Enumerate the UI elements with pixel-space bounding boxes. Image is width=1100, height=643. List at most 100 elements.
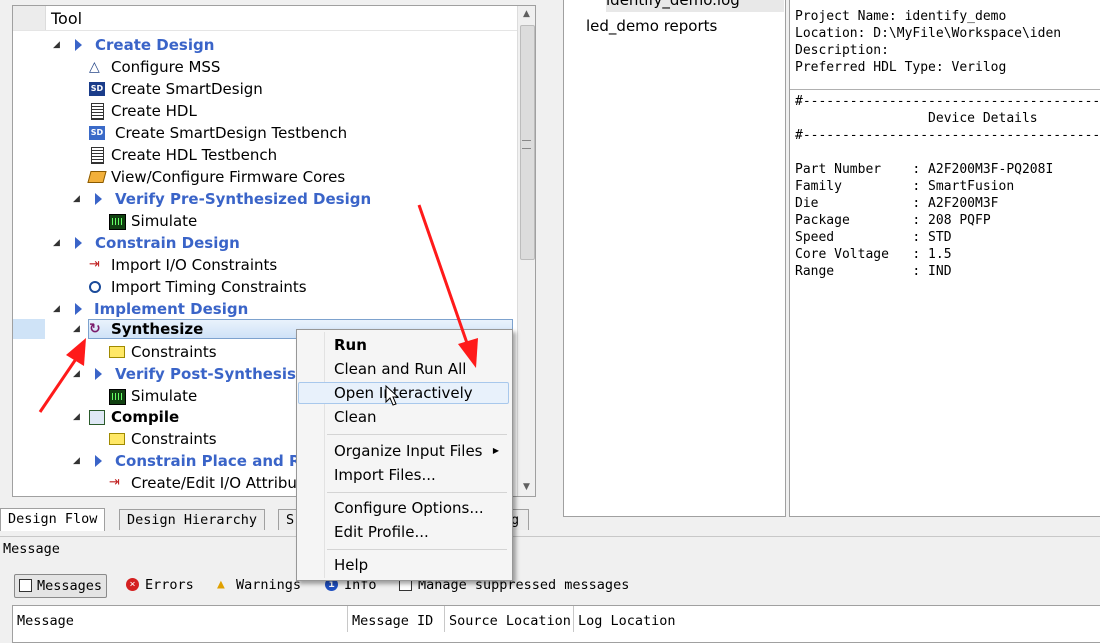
menu-item-edit-profile[interactable]: Edit Profile...: [298, 521, 509, 543]
warnings-filter-button[interactable]: ▲ Warnings: [217, 574, 301, 596]
expanded-arrow-icon[interactable]: ◢: [53, 232, 60, 254]
log-viewer: Project Name: identify_demo Location: D:…: [789, 0, 1100, 517]
io-attributes-icon: ⇥: [109, 475, 120, 490]
log-line: Speed : STD: [795, 230, 952, 245]
header-corner: [13, 6, 46, 30]
scroll-up-icon[interactable]: ▲: [518, 6, 535, 23]
group-label: Implement Design: [94, 300, 249, 318]
expanded-arrow-icon[interactable]: ◢: [73, 406, 80, 428]
menu-item-configure-options[interactable]: Configure Options...: [298, 497, 509, 519]
log-line: #---------------------------------------…: [795, 94, 1100, 109]
errors-filter-label: Errors: [145, 577, 194, 593]
group-triangle-icon: [75, 237, 82, 249]
tool-label: Create HDL: [111, 102, 197, 120]
menu-item-label: Run: [334, 336, 367, 354]
tool-header-label: Tool: [51, 9, 83, 28]
tree-item-create-smartdesign[interactable]: SD Create SmartDesign: [13, 78, 513, 100]
message-panel-title: Message: [0, 540, 1100, 560]
tool-panel-scrollbar[interactable]: ▲ ▼: [517, 6, 535, 496]
io-constraints-icon: ⇥: [89, 257, 100, 272]
warning-icon: ▲: [217, 577, 225, 592]
expanded-arrow-icon[interactable]: ◢: [73, 188, 80, 210]
tree-item-constrain-design[interactable]: ◢ Constrain Design: [13, 232, 513, 254]
messages-filter-label: Messages: [37, 578, 103, 594]
log-line: Package : 208 PQFP: [795, 213, 991, 228]
tool-label: Create HDL Testbench: [111, 146, 278, 164]
column-header-message[interactable]: Message: [13, 606, 348, 632]
smartdesign-testbench-icon: SD: [89, 126, 105, 140]
tree-item-create-smartdesign-testbench[interactable]: SD Create SmartDesign Testbench: [13, 122, 513, 144]
stopwatch-icon: [89, 281, 101, 293]
expanded-arrow-icon[interactable]: ◢: [73, 363, 80, 385]
tool-label: Import Timing Constraints: [111, 278, 307, 296]
report-item-led-demo[interactable]: led_demo reports: [586, 17, 717, 35]
menu-item-clean[interactable]: Clean: [298, 406, 509, 428]
tool-column-header[interactable]: Tool: [13, 6, 517, 31]
tree-item-create-hdl[interactable]: Create HDL: [13, 100, 513, 122]
menu-item-label: Configure Options...: [334, 499, 484, 517]
tool-label: Create/Edit I/O Attribu: [131, 474, 297, 492]
group-triangle-icon: [95, 368, 102, 380]
scroll-down-icon[interactable]: ▼: [518, 479, 535, 496]
menu-item-label: Clean: [334, 408, 377, 426]
tree-item-create-design[interactable]: ◢ Create Design: [13, 34, 513, 56]
column-header-source-location[interactable]: Source Location: [445, 606, 574, 632]
folder-icon: [109, 433, 125, 445]
menu-separator: [327, 434, 507, 435]
log-line: Family : SmartFusion: [795, 179, 1015, 194]
simulate-icon: [109, 389, 126, 405]
log-line: Project Name: identify_demo: [795, 9, 1007, 24]
tool-label: Compile: [111, 408, 180, 426]
menu-item-clean-and-run-all[interactable]: Clean and Run All: [298, 358, 509, 380]
column-header-message-id[interactable]: Message ID: [348, 606, 445, 632]
log-line: Device Details: [795, 111, 1038, 126]
tree-item-create-hdl-testbench[interactable]: Create HDL Testbench: [13, 144, 513, 166]
menu-item-help[interactable]: Help: [298, 554, 509, 576]
tree-item-simulate[interactable]: Simulate: [13, 210, 513, 232]
expanded-arrow-icon[interactable]: ◢: [53, 34, 60, 56]
expanded-arrow-icon[interactable]: ◢: [73, 450, 80, 472]
log-divider: [790, 89, 1100, 90]
menu-item-label: Import Files...: [334, 466, 436, 484]
hdl-document-icon: [91, 147, 104, 164]
menu-item-import-files[interactable]: Import Files...: [298, 464, 509, 486]
tab-design-flow[interactable]: Design Flow: [0, 508, 106, 531]
column-header-log-location[interactable]: Log Location: [574, 606, 714, 632]
group-label: Verify Post-Synthesis Im: [115, 365, 323, 383]
menu-item-organize-input-files[interactable]: Organize Input Files ▶: [298, 440, 509, 462]
group-triangle-icon: [75, 303, 82, 315]
tool-label: View/Configure Firmware Cores: [111, 168, 346, 186]
messages-icon: [19, 579, 32, 592]
menu-item-label: Clean and Run All: [334, 360, 467, 378]
tool-label: Create SmartDesign: [111, 80, 263, 98]
tree-item-implement-design[interactable]: ◢ Implement Design: [13, 298, 513, 320]
log-line: Core Voltage : 1.5: [795, 247, 952, 262]
context-menu: Run Clean and Run All Open Interactively…: [296, 329, 513, 581]
tab-design-hierarchy[interactable]: Design Hierarchy: [119, 509, 266, 530]
expanded-arrow-icon[interactable]: ◢: [73, 319, 80, 339]
expanded-arrow-icon[interactable]: ◢: [53, 298, 60, 320]
menu-item-run[interactable]: Run: [298, 334, 509, 356]
hdl-document-icon: [91, 103, 104, 120]
warnings-filter-label: Warnings: [236, 577, 302, 593]
menu-item-label: Edit Profile...: [334, 523, 429, 541]
menu-item-label: Help: [334, 556, 369, 574]
tool-label: Constraints: [131, 430, 217, 448]
tool-label: Configure MSS: [111, 58, 221, 76]
tree-item-import-timing-constraints[interactable]: Import Timing Constraints: [13, 276, 513, 298]
splitter[interactable]: [0, 536, 1100, 537]
message-table: Message Message ID Source Location Log L…: [12, 605, 1100, 643]
tree-item-import-io-constraints[interactable]: ⇥ Import I/O Constraints: [13, 254, 513, 276]
menu-item-open-interactively[interactable]: Open Interactively: [298, 382, 509, 404]
tool-label: Simulate: [131, 212, 198, 230]
thumb-grip-icon: [522, 140, 531, 149]
tree-item-firmware-cores[interactable]: View/Configure Firmware Cores: [13, 166, 513, 188]
tree-item-configure-mss[interactable]: △ Configure MSS: [13, 56, 513, 78]
tree-item-verify-pre-synthesized[interactable]: ◢ Verify Pre-Synthesized Design: [13, 188, 513, 210]
report-item-selected[interactable]: identify_demo.log: [606, 0, 784, 12]
tool-label: Create SmartDesign Testbench: [115, 124, 348, 142]
log-line: #---------------------------------------…: [795, 128, 1100, 143]
errors-filter-button[interactable]: × Errors: [126, 574, 194, 596]
messages-filter-button[interactable]: Messages: [14, 574, 108, 598]
menu-separator: [327, 492, 507, 493]
